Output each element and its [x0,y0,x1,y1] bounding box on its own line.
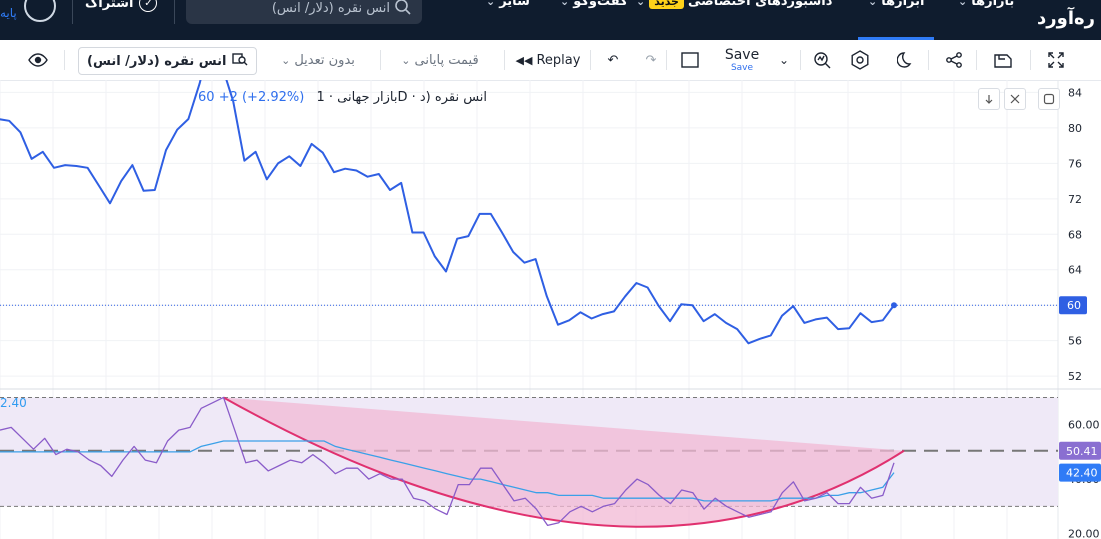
eye-icon[interactable] [26,48,50,72]
price-axis-tick: 76 [1068,157,1082,170]
search-placeholder: انس نقره (دلار/ انس) [271,1,390,16]
snapshot-icon[interactable] [990,48,1016,72]
chart-canvas[interactable]: 8480767268646056526060.0040.0020.0050.41… [0,80,1101,539]
chevron-down-icon: ⌄ [636,0,646,8]
settings-icon[interactable] [848,48,872,72]
indicator-icon[interactable] [810,48,834,72]
save-label: Save [724,46,760,63]
divider [1030,50,1031,70]
top-navbar: ره‌آورد ⌄ بازارها ⌄ ابزارها ⌄ جدید داشبو… [0,0,1101,40]
nav-item-markets[interactable]: ⌄ بازارها [958,0,1014,9]
adjustment-select[interactable]: ⌄ بدون تعدیل [270,48,366,72]
price-axis-tick: 84 [1068,86,1082,99]
pane-controls [978,88,1060,110]
chevron-down-icon: ⌄ [560,0,570,8]
replay-button[interactable]: ◀◀ Replay [515,48,581,72]
rsi-axis-tick: 20.00 [1068,528,1100,539]
edge-text[interactable]: پایه [0,6,17,20]
price-type-label: قیمت پایانی [414,52,479,68]
moon-icon[interactable] [894,48,918,72]
new-badge: جدید [649,0,684,9]
chevron-down-icon[interactable]: ⌄ [776,48,792,72]
nav-item-dashboards[interactable]: ⌄ جدید داشبوردهای اختصاصی [636,0,832,9]
divider [174,0,175,24]
divider [800,50,801,70]
fullscreen-icon[interactable] [1044,48,1068,72]
subscription-label: اشتراک [85,0,134,11]
price-axis-tick: 56 [1068,335,1082,348]
divider [976,50,977,70]
rsi-ma-label: 42.40 [1066,467,1098,480]
divider [504,50,505,70]
divider [666,50,667,70]
nav-item-label: داشبوردهای اختصاصی [688,0,833,9]
user-avatar-icon[interactable] [24,0,56,22]
adjustment-label: بدون تعدیل [294,52,355,68]
chevron-down-icon: ⌄ [868,0,878,8]
price-axis-tick: 80 [1068,122,1082,135]
chevron-down-icon: ⌄ [281,53,291,67]
legend-title: بازار جهانی · 1D · انس نقره (د [316,90,487,105]
redo-icon[interactable]: ↷ [640,48,662,72]
symbol-label: انس نقره (دلار/ انس) [87,53,227,69]
rsi-last-label: 50.41 [1066,445,1098,458]
price-axis-tick: 52 [1068,370,1082,383]
price-axis-tick: 64 [1068,264,1082,277]
last-price-label: 60 [1067,299,1081,312]
divider [72,0,73,24]
pane-close-icon[interactable] [1004,88,1026,110]
pane-move-down-icon[interactable] [978,88,1000,110]
chart-legend: 60 +2 (+2.92%) بازار جهانی · 1D · انس نق… [192,90,487,105]
divider [380,50,381,70]
share-icon[interactable] [942,48,966,72]
save-button[interactable]: Save Save [718,46,766,73]
price-axis-tick: 72 [1068,193,1082,206]
replay-icon: ◀◀ [515,53,533,67]
nav-item-chat[interactable]: ⌄ گفت‌وگو [560,0,628,9]
chevron-down-icon: ⌄ [958,0,968,8]
undo-icon[interactable]: ↶ [602,48,624,72]
divider [590,50,591,70]
legend-change: +2 (+2.92%) [218,90,305,105]
layout-icon[interactable] [678,48,702,72]
symbol-search-button[interactable]: انس نقره (دلار/ انس) [78,47,258,75]
price-type-select[interactable]: ⌄ قیمت پایانی [392,48,488,72]
check-circle-icon: ✓ [139,0,158,12]
legend-last-value: 60 [198,90,215,105]
rsi-left-value: 2.40 [0,396,27,410]
nav-item-more[interactable]: ⌄ سایر [486,0,530,9]
chevron-down-icon: ⌄ [486,0,496,8]
search-icon [394,0,412,20]
subscription-button[interactable]: اشتراک ✓ [85,0,158,12]
divider [928,50,929,70]
nav-item-label: سایر [499,0,530,9]
price-line[interactable] [0,80,895,345]
nav-item-label: ابزارها [881,0,925,9]
brand-logo[interactable]: ره‌آورد [1037,8,1095,29]
symbol-search-icon [232,52,248,70]
nav-item-label: بازارها [971,0,1015,9]
rsi-axis-tick: 60.00 [1068,419,1100,432]
save-sublabel: Save [730,62,754,73]
last-price-dot [891,302,897,309]
divider [64,50,65,70]
search-input[interactable]: انس نقره (دلار/ انس) [186,0,422,24]
nav-item-label: گفت‌وگو [573,0,628,9]
chevron-down-icon: ⌄ [401,53,411,67]
nav-item-tools[interactable]: ⌄ ابزارها [868,0,924,9]
price-axis-tick: 68 [1068,228,1082,241]
pane-maximize-icon[interactable] [1038,88,1060,110]
replay-label: Replay [536,52,581,68]
